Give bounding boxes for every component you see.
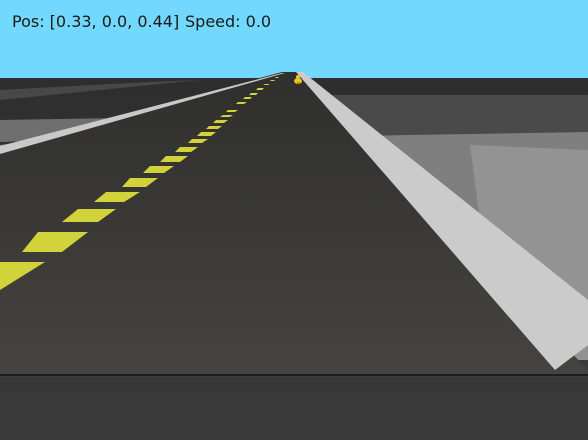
speed-readout: Speed: 0.0 — [185, 12, 272, 31]
road-scene — [0, 0, 588, 440]
bottom-shading — [0, 382, 588, 392]
position-readout: Pos: [0.33, 0.0, 0.44] — [12, 12, 180, 31]
simulator-viewport: Pos: [0.33, 0.0, 0.44] Speed: 0.0 — [0, 0, 588, 440]
